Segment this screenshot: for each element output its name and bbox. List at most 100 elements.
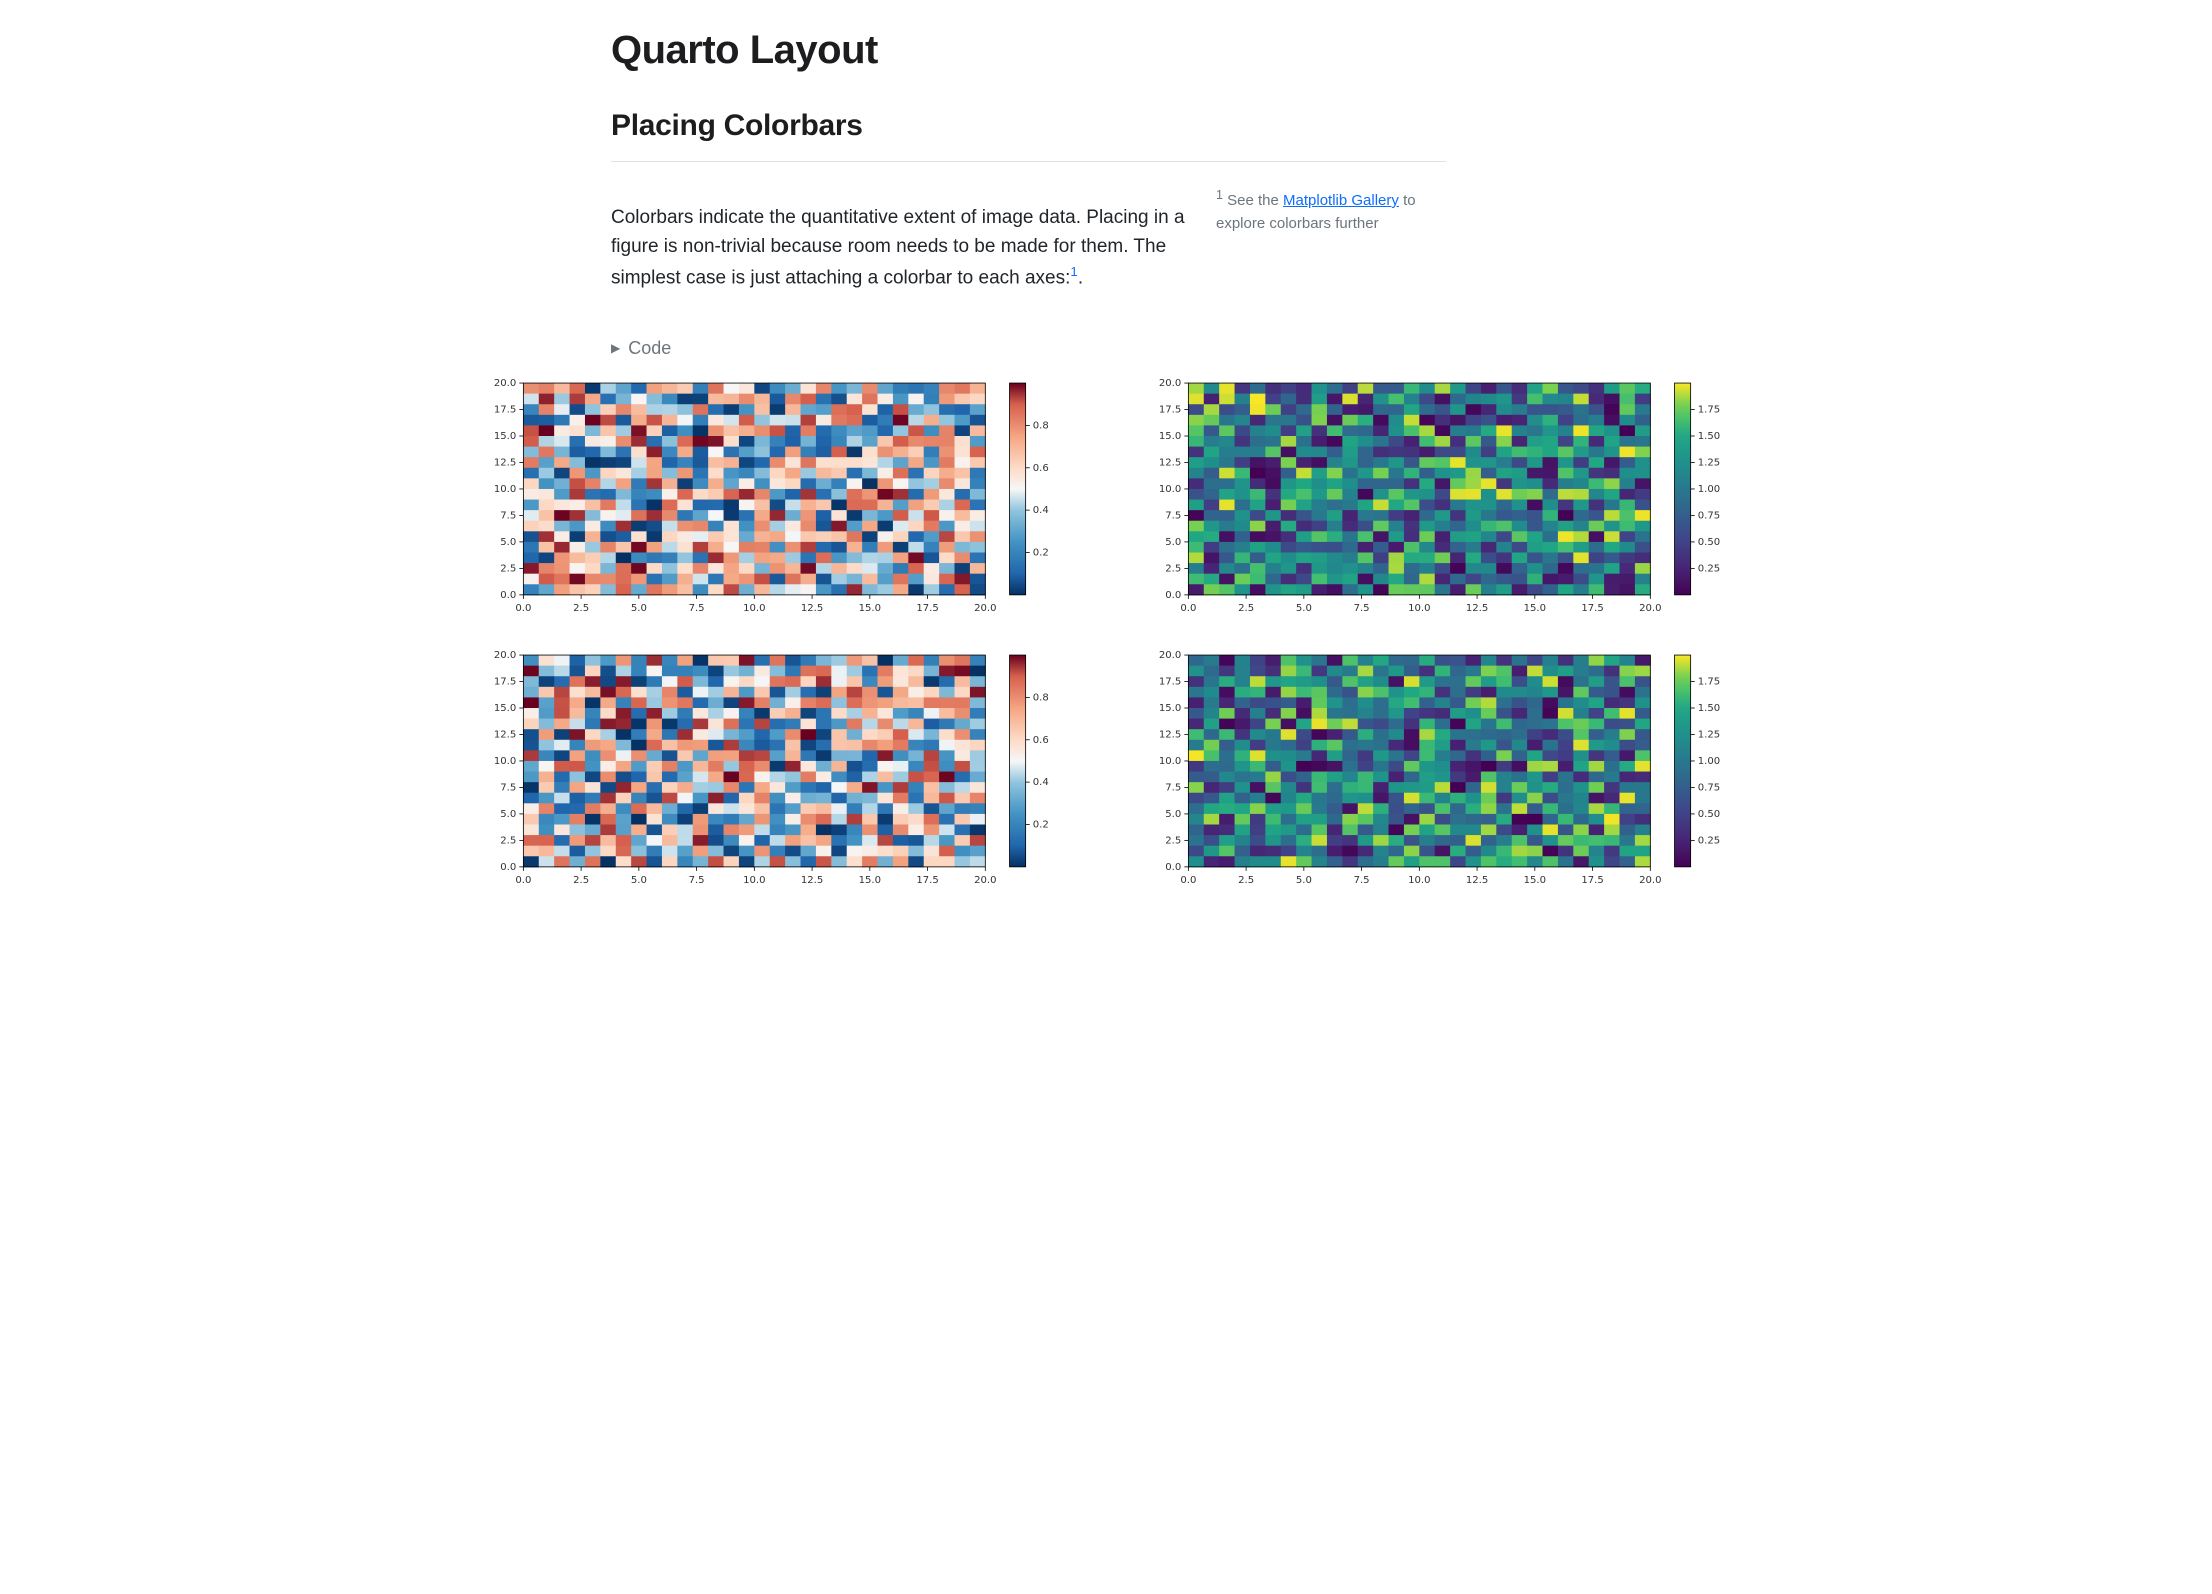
matplotlib-gallery-link[interactable]: Matplotlib Gallery xyxy=(1283,192,1399,209)
x-tick-label: 20.0 xyxy=(1639,603,1661,614)
colorbar-tick-label: 0.6 xyxy=(1033,735,1049,746)
colorbar-tick-label: 0.2 xyxy=(1033,819,1049,830)
y-tick-label: 10.0 xyxy=(1159,484,1181,495)
y-tick-label: 15.0 xyxy=(1159,703,1181,714)
x-tick-label: 0.0 xyxy=(515,603,531,614)
x-tick-label: 0.0 xyxy=(1180,603,1196,614)
y-tick-label: 2.5 xyxy=(500,563,516,574)
colorbar-tick-label: 0.75 xyxy=(1698,510,1720,521)
y-tick-label: 20.0 xyxy=(494,378,516,389)
x-tick-label: 17.5 xyxy=(1581,875,1603,886)
x-tick-label: 17.5 xyxy=(916,603,938,614)
y-tick-label: 7.5 xyxy=(1165,782,1181,793)
heatmap-panel-top-right: 0.02.55.07.510.012.515.017.520.00.02.55.… xyxy=(1146,377,1731,624)
paragraph-tail: . xyxy=(1078,267,1083,288)
x-tick-label: 12.5 xyxy=(1466,603,1488,614)
y-tick-label: 0.0 xyxy=(500,862,516,873)
margin-note-prefix: See the xyxy=(1227,192,1283,209)
colorbar-tick-label: 0.6 xyxy=(1033,462,1049,473)
paragraph-text: Colorbars indicate the quantitative exte… xyxy=(611,207,1185,288)
colorbar-tick-label: 0.75 xyxy=(1698,782,1720,793)
x-tick-label: 20.0 xyxy=(974,875,996,886)
x-tick-label: 12.5 xyxy=(1466,875,1488,886)
code-fold-label: Code xyxy=(628,338,671,359)
y-tick-label: 20.0 xyxy=(1159,650,1181,661)
colorbar-tick-label: 0.4 xyxy=(1033,505,1049,516)
margin-footnote: 1 See the Matplotlib Gallery to explore … xyxy=(1216,184,1446,312)
x-tick-label: 10.0 xyxy=(743,875,765,886)
x-tick-label: 5.0 xyxy=(631,603,647,614)
x-tick-label: 2.5 xyxy=(1238,603,1254,614)
x-tick-label: 5.0 xyxy=(1296,875,1312,886)
y-tick-label: 12.5 xyxy=(1159,457,1181,468)
section-heading: Placing Colorbars xyxy=(611,109,1446,143)
colorbar-tick-label: 0.50 xyxy=(1698,537,1720,548)
y-tick-label: 10.0 xyxy=(494,484,516,495)
code-fold-toggle[interactable]: ▶ Code xyxy=(611,338,1446,359)
y-tick-label: 15.0 xyxy=(494,703,516,714)
colorbar-tick-label: 1.75 xyxy=(1698,404,1720,415)
y-tick-label: 2.5 xyxy=(1165,835,1181,846)
intro-paragraph: Colorbars indicate the quantitative exte… xyxy=(611,203,1186,293)
y-tick-label: 17.5 xyxy=(494,676,516,687)
colorbar-tick-label: 0.8 xyxy=(1033,420,1049,431)
y-tick-label: 12.5 xyxy=(1159,729,1181,740)
x-tick-label: 7.5 xyxy=(1354,603,1370,614)
y-tick-label: 10.0 xyxy=(1159,756,1181,767)
y-tick-label: 12.5 xyxy=(494,729,516,740)
x-tick-label: 15.0 xyxy=(1524,603,1546,614)
y-tick-label: 10.0 xyxy=(494,756,516,767)
x-tick-label: 12.5 xyxy=(801,875,823,886)
colorbar-tick-label: 0.8 xyxy=(1033,692,1049,703)
y-tick-label: 2.5 xyxy=(500,835,516,846)
x-tick-label: 17.5 xyxy=(1581,603,1603,614)
x-tick-label: 2.5 xyxy=(573,875,589,886)
colorbar-tick-label: 0.50 xyxy=(1698,809,1720,820)
y-tick-label: 2.5 xyxy=(1165,563,1181,574)
x-tick-label: 20.0 xyxy=(974,603,996,614)
colorbar-tick-label: 1.25 xyxy=(1698,457,1720,468)
x-tick-label: 10.0 xyxy=(1408,603,1430,614)
y-tick-label: 5.0 xyxy=(1165,809,1181,820)
x-tick-label: 15.0 xyxy=(859,875,881,886)
margin-footnote-marker: 1 xyxy=(1216,188,1223,202)
y-tick-label: 5.0 xyxy=(500,537,516,548)
colorbar-tick-label: 0.4 xyxy=(1033,777,1049,788)
y-tick-label: 7.5 xyxy=(500,510,516,521)
footnote-marker[interactable]: 1 xyxy=(1070,264,1077,279)
y-tick-label: 7.5 xyxy=(500,782,516,793)
x-tick-label: 12.5 xyxy=(801,603,823,614)
caret-right-icon: ▶ xyxy=(611,341,620,355)
colorbar-tick-label: 1.75 xyxy=(1698,676,1720,687)
colorbar-tick-label: 1.25 xyxy=(1698,729,1720,740)
x-tick-label: 2.5 xyxy=(573,603,589,614)
y-tick-label: 20.0 xyxy=(1159,378,1181,389)
x-tick-label: 10.0 xyxy=(743,603,765,614)
heatmap-panel-top-left: 0.0 2.5 5.0 7.5 10.0 12.5 15.0 17.5 20.0 0.0 2.5 5.… xyxy=(481,377,1066,624)
x-tick-label: 0.0 xyxy=(515,875,531,886)
figure-grid: 0.0 2.5 5.0 7.5 10.0 12.5 15.0 17.5 20.0 0.0 2.5 5.… xyxy=(481,377,1731,896)
x-tick-label: 15.0 xyxy=(1524,875,1546,886)
y-tick-label: 15.0 xyxy=(494,431,516,442)
x-tick-label: 5.0 xyxy=(631,875,647,886)
x-tick-label: 7.5 xyxy=(689,603,705,614)
y-tick-label: 0.0 xyxy=(1165,590,1181,601)
y-tick-label: 12.5 xyxy=(494,457,516,468)
y-tick-label: 17.5 xyxy=(1159,404,1181,415)
y-tick-label: 0.0 xyxy=(1165,862,1181,873)
x-tick-label: 10.0 xyxy=(1408,875,1430,886)
y-tick-label: 17.5 xyxy=(494,404,516,415)
colorbar-tick-label: 1.50 xyxy=(1698,703,1720,714)
y-tick-label: 20.0 xyxy=(494,650,516,661)
colorbar-tick-label: 1.50 xyxy=(1698,431,1720,442)
x-tick-label: 7.5 xyxy=(1354,875,1370,886)
y-tick-label: 5.0 xyxy=(500,809,516,820)
y-tick-label: 0.0 xyxy=(500,590,516,601)
colorbar-tick-label: 0.2 xyxy=(1033,547,1049,558)
colorbar-tick-label: 1.00 xyxy=(1698,756,1720,767)
x-tick-label: 0.0 xyxy=(1180,875,1196,886)
x-tick-label: 15.0 xyxy=(859,603,881,614)
x-tick-label: 20.0 xyxy=(1639,875,1661,886)
y-tick-label: 7.5 xyxy=(1165,510,1181,521)
x-tick-label: 7.5 xyxy=(689,875,705,886)
